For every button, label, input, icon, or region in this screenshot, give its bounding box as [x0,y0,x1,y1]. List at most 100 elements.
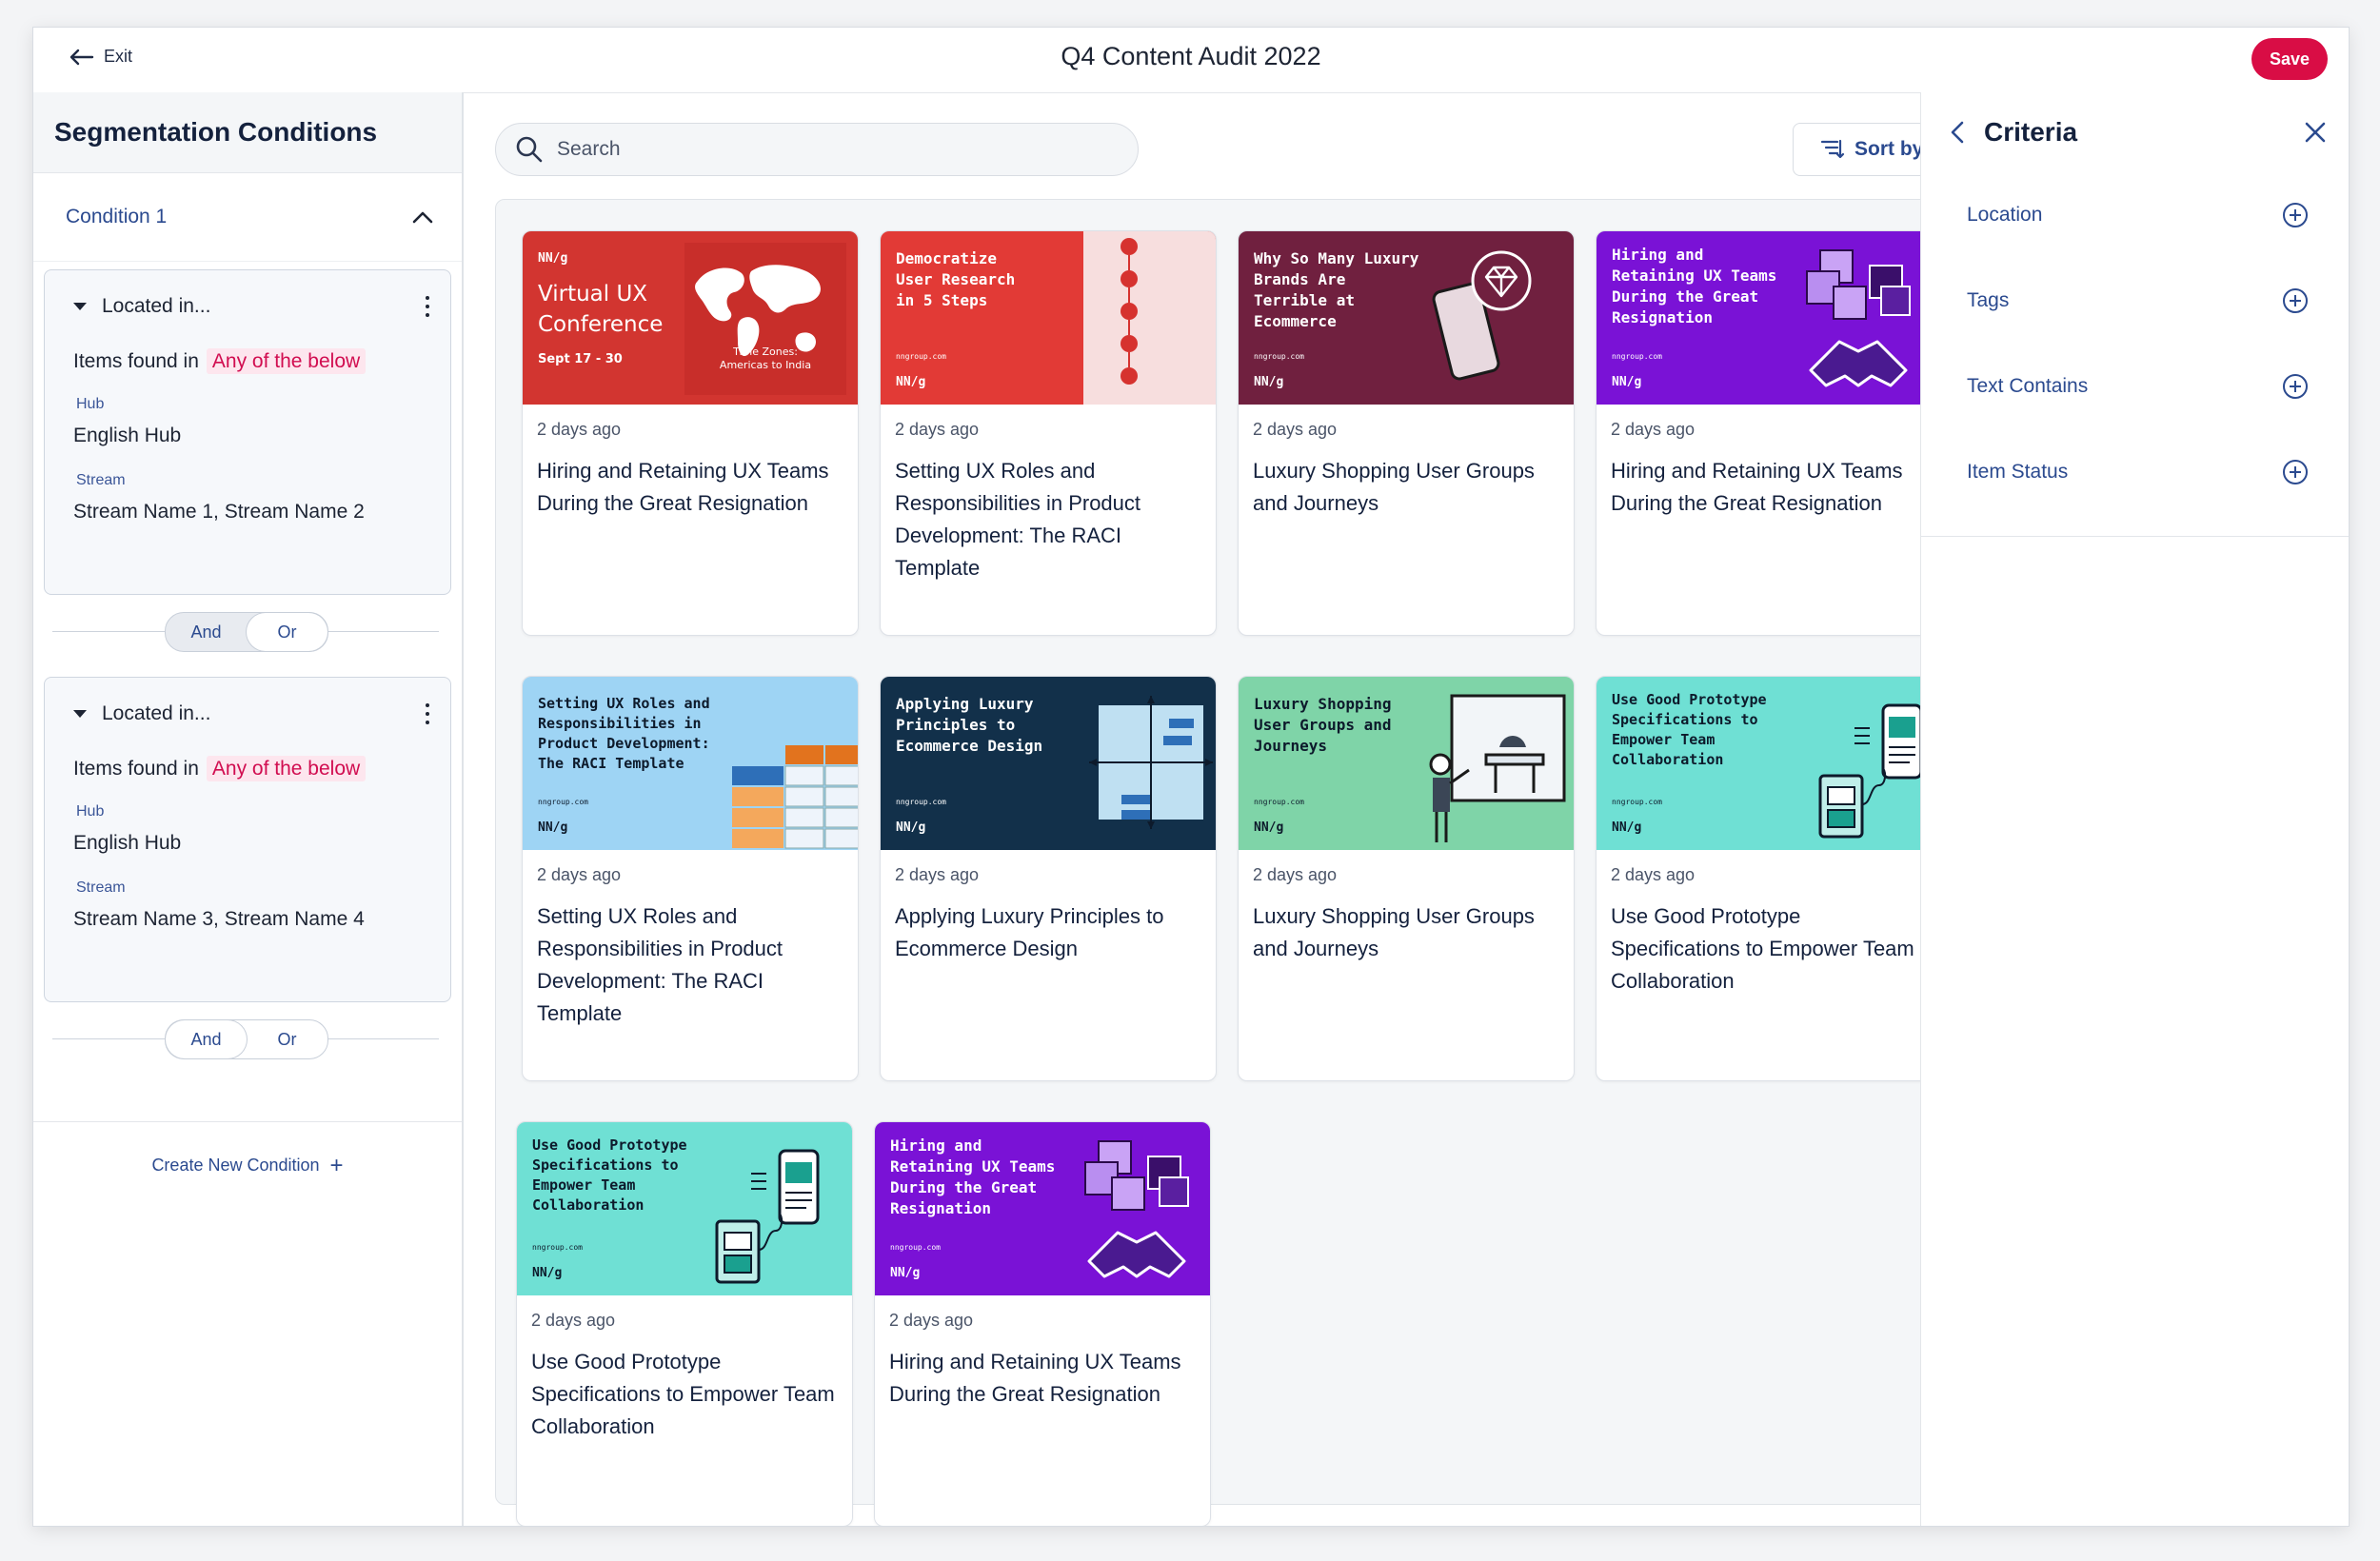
items-found-label: Items found in [73,350,199,372]
content-card[interactable]: Why So Many Luxury Brands Are Terrible a… [1238,230,1575,636]
card-date: 2 days ago [1253,420,1338,439]
thumb-site: nngroup.com [538,798,588,806]
thumb-brand: NN/g [896,820,926,835]
segmentation-panel: Segmentation Conditions Condition 1 Loca… [33,92,464,1526]
condition-card: Located in... Items found in Any of the b… [44,269,451,595]
thumb-title: Setting UX Roles and Responsibilities in… [538,695,710,772]
shopper-illustration [1429,694,1566,842]
condition-card-header[interactable]: Located in... [45,270,450,318]
thumb-title: Hiring and Retaining UX Teams During the… [890,1136,1056,1217]
stream-value: Stream Name 3, Stream Name 4 [73,908,365,930]
sort-icon [1820,139,1845,159]
hub-value: English Hub [73,832,182,854]
condition-label: Condition 1 [66,206,168,227]
items-found-row: Items found in Any of the below [45,756,450,781]
criteria-item-status[interactable]: Item Status [1921,429,2349,515]
criteria-label: Location [1967,204,2043,226]
add-circle-icon[interactable] [2283,203,2308,227]
match-selector[interactable]: Any of the below [206,348,367,374]
sort-label: Sort by [1854,138,1924,160]
content-card[interactable]: Hiring and Retaining UX Teams During the… [874,1121,1211,1526]
condition-1-header[interactable]: Condition 1 [33,173,462,262]
match-selector[interactable]: Any of the below [206,756,367,781]
stream-value: Stream Name 1, Stream Name 2 [73,501,365,523]
thumb-brand: NN/g [896,375,926,389]
more-options-icon[interactable] [426,296,429,317]
add-circle-icon[interactable] [2283,460,2308,484]
card-thumbnail: Hiring and Retaining UX Teams During the… [875,1122,1210,1295]
content-card[interactable]: Use Good Prototype Specifications to Emp… [516,1121,853,1526]
card-title[interactable]: Setting UX Roles and Responsibilities in… [881,440,1216,584]
content-card[interactable]: Luxury Shopping User Groups and Journeys… [1238,676,1575,1081]
more-options-icon[interactable] [426,703,429,724]
thumb-brand: NN/g [1612,375,1642,389]
content-card[interactable]: NN/g Virtual UX Conference Sept 17 - 30 … [522,230,859,636]
card-title[interactable]: Hiring and Retaining UX Teams During the… [523,440,858,520]
card-title[interactable]: Applying Luxury Principles to Ecommerce … [881,885,1216,965]
search-input[interactable]: Search [495,123,1139,176]
or-option[interactable]: Or [247,1020,327,1058]
and-option[interactable]: And [166,1020,247,1058]
thumb-site: nngroup.com [896,352,946,361]
and-or-toggle: And Or [33,612,462,652]
condition-card-header[interactable]: Located in... [45,678,450,725]
condition-card: Located in... Items found in Any of the b… [44,677,451,1002]
content-grid: NN/g Virtual UX Conference Sept 17 - 30 … [495,199,2020,1526]
top-bar: Exit Q4 Content Audit 2022 Save [33,28,2349,93]
add-circle-icon[interactable] [2283,374,2308,399]
card-title[interactable]: Luxury Shopping User Groups and Journeys [1239,885,1574,965]
criteria-item-text-contains[interactable]: Text Contains [1921,344,2349,429]
thumb-title: Why So Many Luxury Brands Are Terrible a… [1254,249,1419,330]
card-title[interactable]: Hiring and Retaining UX Teams During the… [875,1331,1210,1411]
condition-type: Located in... [102,702,211,724]
thumb-site: nngroup.com [1612,798,1662,806]
card-date: 2 days ago [1253,865,1338,884]
card-title[interactable]: Use Good Prototype Specifications to Emp… [1597,885,1932,998]
and-option[interactable]: And [166,613,247,651]
thumb-title: Hiring and Retaining UX Teams During the… [1612,246,1777,326]
thumb-brand: NN/g [1612,820,1642,835]
thumb-title: Democratize User Research in 5 Steps [896,249,1016,309]
hub-label: Hub [76,396,105,412]
content-card[interactable]: Setting UX Roles and Responsibilities in… [522,676,859,1081]
card-date: 2 days ago [1611,865,1696,884]
card-date: 2 days ago [895,420,980,439]
card-thumbnail: Why So Many Luxury Brands Are Terrible a… [1239,231,1574,405]
handshake-icon [1084,1140,1189,1278]
criteria-item-location[interactable]: Location [1921,172,2349,258]
card-thumbnail: Luxury Shopping User Groups and Journeys… [1239,677,1574,850]
criteria-item-tags[interactable]: Tags [1921,258,2349,344]
content-card[interactable]: Applying Luxury Principles to Ecommerce … [880,676,1217,1081]
close-icon[interactable] [2304,121,2327,144]
card-title[interactable]: Use Good Prototype Specifications to Emp… [517,1331,852,1443]
content-card[interactable]: Democratize User Research in 5 Steps nng… [880,230,1217,636]
caret-down-icon[interactable] [73,710,87,718]
create-label: Create New Condition [151,1156,320,1175]
criteria-list: Location Tags Text Contains Item Status [1921,172,2349,537]
and-or-pill: And Or [165,612,328,652]
chevron-left-icon[interactable] [1950,121,1965,144]
save-button[interactable]: Save [2251,38,2328,80]
world-map-icon [684,243,846,395]
card-date: 2 days ago [537,420,622,439]
plus-icon: + [329,1153,344,1178]
thumb-brand: NN/g [890,1266,921,1280]
content-card[interactable]: Hiring and Retaining UX Teams During the… [1596,230,1933,636]
prototype-devices-icon [715,1149,820,1284]
caret-down-icon[interactable] [73,303,87,310]
card-title[interactable]: Luxury Shopping User Groups and Journeys [1239,440,1574,520]
create-new-condition-button[interactable]: Create New Condition + [33,1153,462,1179]
criteria-label: Text Contains [1967,375,2089,397]
or-option[interactable]: Or [247,613,327,651]
chevron-up-icon[interactable] [412,210,433,224]
thumb-brand: NN/g [1254,820,1284,835]
page-title: Q4 Content Audit 2022 [1061,42,1321,70]
search-placeholder: Search [557,138,621,160]
content-card[interactable]: Use Good Prototype Specifications to Emp… [1596,676,1933,1081]
items-found-row: Items found in Any of the below [45,348,450,374]
card-title[interactable]: Setting UX Roles and Responsibilities in… [523,885,858,1030]
add-circle-icon[interactable] [2283,288,2308,313]
card-title[interactable]: Hiring and Retaining UX Teams During the… [1597,440,1932,520]
card-thumbnail: Hiring and Retaining UX Teams During the… [1597,231,1932,405]
thumb-brand: NN/g [538,820,568,835]
